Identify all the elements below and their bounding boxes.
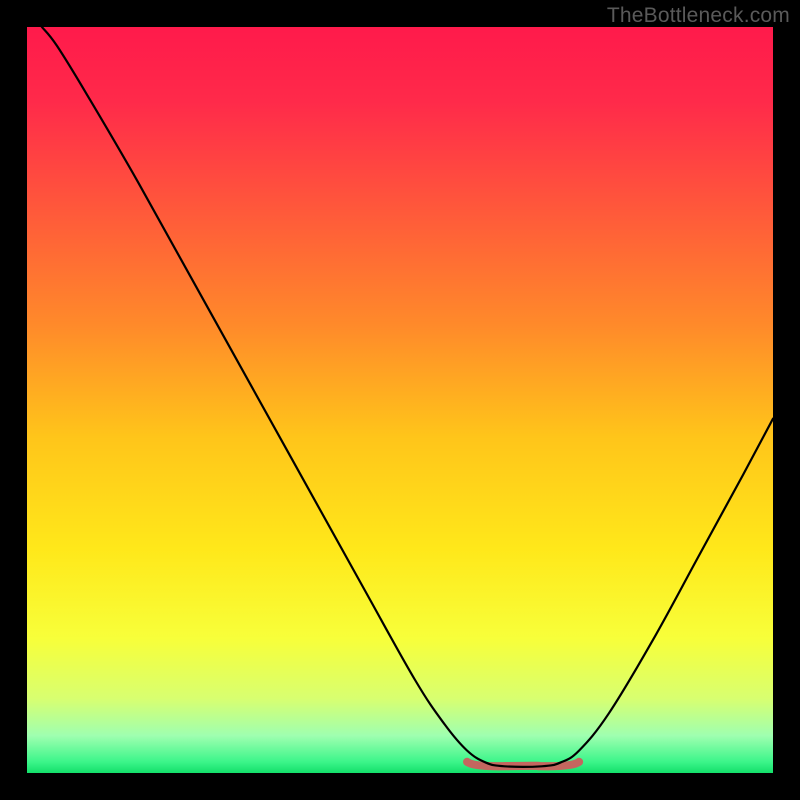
chart-svg	[27, 27, 773, 773]
outer-frame: TheBottleneck.com	[0, 0, 800, 800]
watermark-text: TheBottleneck.com	[607, 4, 790, 28]
gradient-background	[27, 27, 773, 773]
chart-plot-area	[27, 27, 773, 773]
